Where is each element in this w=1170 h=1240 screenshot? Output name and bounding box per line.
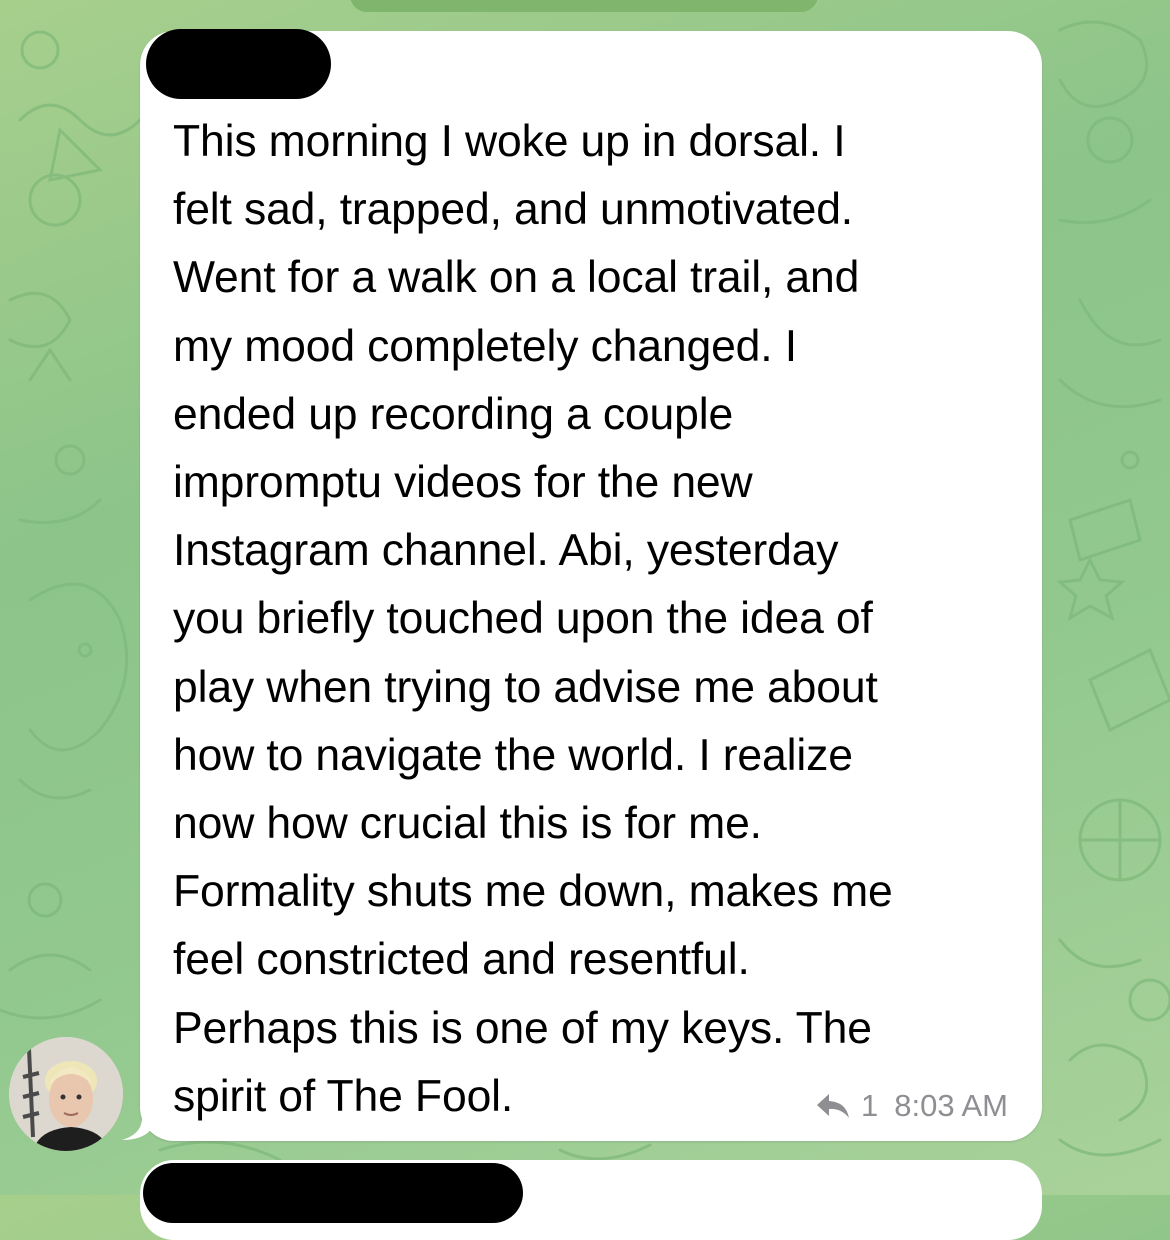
bubble-tail: [122, 1098, 152, 1140]
message-time: 8:03 AM: [894, 1088, 1008, 1123]
redacted-sender-name: [146, 29, 331, 99]
reply-arrow-icon[interactable]: [815, 1092, 851, 1120]
redacted-sender-name-2: [143, 1163, 523, 1223]
message-text: This morning I woke up in dorsal. I felt…: [173, 117, 893, 1121]
avatar[interactable]: [9, 1037, 123, 1151]
message-meta: 1 8:03 AM: [815, 1088, 1008, 1124]
reply-count[interactable]: 1: [861, 1088, 878, 1124]
date-header-pill: [350, 0, 818, 12]
